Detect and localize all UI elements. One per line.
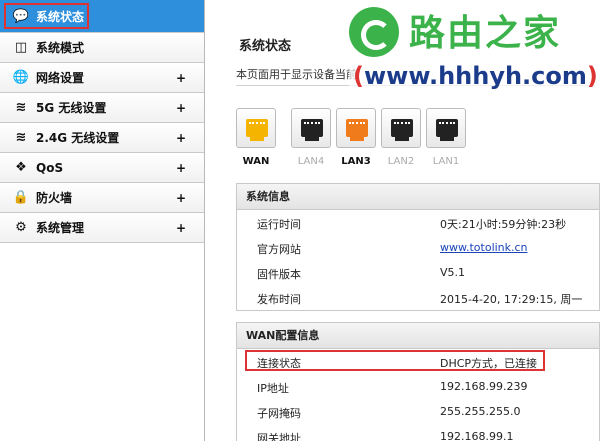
expand-icon: + <box>175 160 186 175</box>
row-value: 2015-4-20, 17:29:15, 周一 <box>440 293 583 306</box>
sidebar-item-label: 系统管理 <box>36 221 85 235</box>
logo-icon <box>349 7 399 57</box>
port-label: LAN4 <box>297 156 325 167</box>
port-label: WAN <box>242 156 270 167</box>
wifi-icon: ≋ <box>15 130 27 145</box>
section-title: 系统信息 <box>237 184 599 210</box>
port-label: LAN3 <box>341 156 371 167</box>
sidebar-item-system-status[interactable]: 💬 系统状态 <box>0 0 204 33</box>
ethernet-port-icon <box>291 108 331 148</box>
router-admin-page: 💬 系统状态 ◫ 系统模式 🌐 网络设置 + ≋ 5G 无线设置 + ≋ 2.4… <box>0 0 600 441</box>
sidebar-item-firewall[interactable]: 🔒 防火墙 + <box>0 183 204 213</box>
site-watermark-logo: 路由之家 (www.hhhyh.com) <box>349 4 599 92</box>
port-lan3: LAN3 <box>336 108 376 167</box>
ethernet-port-icon <box>381 108 421 148</box>
sidebar-item-5g-wireless[interactable]: ≋ 5G 无线设置 + <box>0 93 204 123</box>
row-label: 发布时间 <box>257 293 301 306</box>
sidebar-item-qos[interactable]: ❖ QoS + <box>0 153 204 183</box>
logo-url: (www.hhhyh.com) <box>353 62 598 90</box>
port-lan2: LAN2 <box>381 108 421 167</box>
sidebar-item-24g-wireless[interactable]: ≋ 2.4G 无线设置 + <box>0 123 204 153</box>
sidebar-item-label: 网络设置 <box>36 71 85 85</box>
move-icon: ❖ <box>15 160 27 175</box>
sidebar-item-label: 2.4G 无线设置 <box>36 131 120 145</box>
row-value: 0天:21小时:59分钟:23秒 <box>440 218 567 231</box>
row-value: V5.1 <box>440 266 466 279</box>
port-lan1: LAN1 <box>426 108 466 167</box>
system-info-panel: 系统信息 运行时间 0天:21小时:59分钟:23秒 官方网站 www.toto… <box>236 183 600 311</box>
port-wan: WAN <box>236 108 276 167</box>
row-label: 网关地址 <box>257 432 301 441</box>
wan-row-ip-address: IP地址 192.168.99.239 <box>237 374 599 399</box>
ethernet-port-icon <box>336 108 376 148</box>
logo-text: 路由之家 <box>409 13 562 54</box>
gear-icon: ⚙ <box>15 220 27 235</box>
wan-row-subnet-mask: 子网掩码 255.255.255.0 <box>237 399 599 424</box>
row-label: IP地址 <box>257 382 289 395</box>
wan-row-connection-status: 连接状态 DHCP方式，已连接 <box>237 349 599 374</box>
page-description: 本页面用于显示设备当前 <box>236 68 357 81</box>
expand-icon: + <box>175 190 186 205</box>
port-label: LAN1 <box>432 156 460 167</box>
wan-row-gateway: 网关地址 192.168.99.1 <box>237 424 599 441</box>
globe-icon: 🌐 <box>12 70 30 85</box>
sidebar-item-label: QoS <box>36 160 64 175</box>
row-value: 192.168.99.1 <box>440 430 514 441</box>
lock-icon: 🔒 <box>12 190 30 205</box>
row-label: 子网掩码 <box>257 407 301 420</box>
wifi-icon: ≋ <box>15 100 27 115</box>
wan-info-panel: WAN配置信息 连接状态 DHCP方式，已连接 IP地址 192.168.99.… <box>236 322 600 441</box>
expand-icon: + <box>175 220 186 235</box>
sidebar-item-label: 防火墙 <box>36 191 73 205</box>
port-label: LAN2 <box>387 156 415 167</box>
windows-icon: ◫ <box>14 40 28 55</box>
row-value: 255.255.255.0 <box>440 405 521 418</box>
info-row-uptime: 运行时间 0天:21小时:59分钟:23秒 <box>237 210 599 235</box>
sidebar-item-network-settings[interactable]: 🌐 网络设置 + <box>0 63 204 93</box>
sidebar-item-label: 5G 无线设置 <box>36 101 107 115</box>
sidebar-item-system-mode[interactable]: ◫ 系统模式 <box>0 33 204 63</box>
expand-icon: + <box>175 130 186 145</box>
info-row-release-date: 发布时间 2015-4-20, 17:29:15, 周一 <box>237 285 599 310</box>
highlight-box <box>4 3 89 29</box>
row-label: 连接状态 <box>257 357 301 370</box>
row-label: 运行时间 <box>257 218 301 231</box>
expand-icon: + <box>175 70 186 85</box>
ethernet-port-icon <box>236 108 276 148</box>
row-label: 固件版本 <box>257 268 301 281</box>
page-title: 系统状态 <box>239 39 292 54</box>
ethernet-port-icon <box>426 108 466 148</box>
row-value: 192.168.99.239 <box>440 380 528 393</box>
sidebar-item-system-management[interactable]: ⚙ 系统管理 + <box>0 213 204 243</box>
row-label: 官方网站 <box>257 243 301 256</box>
expand-icon: + <box>175 100 186 115</box>
sidebar-item-label: 系统模式 <box>36 41 85 55</box>
info-row-website: 官方网站 www.totolink.cn <box>237 235 599 260</box>
row-value: DHCP方式，已连接 <box>440 357 538 370</box>
sidebar-nav: 💬 系统状态 ◫ 系统模式 🌐 网络设置 + ≋ 5G 无线设置 + ≋ 2.4… <box>0 0 205 441</box>
port-lan4: LAN4 <box>291 108 331 167</box>
website-link[interactable]: www.totolink.cn <box>440 241 528 254</box>
info-row-firmware: 固件版本 V5.1 <box>237 260 599 285</box>
section-title: WAN配置信息 <box>237 323 599 349</box>
